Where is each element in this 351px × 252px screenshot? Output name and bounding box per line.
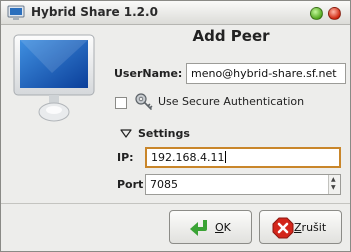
- ip-value: 192.168.4.11: [151, 151, 225, 164]
- username-label: UserName:: [114, 67, 183, 80]
- ok-label: OK: [215, 221, 231, 234]
- minimize-button[interactable]: [310, 7, 323, 20]
- cancel-label: Zrušit: [294, 221, 327, 234]
- spin-up-icon[interactable]: ▲: [331, 177, 336, 183]
- add-peer-window: Hybrid Share 1.2.0 Add Peer UserName: me…: [0, 0, 351, 252]
- port-label: Port: [117, 178, 144, 191]
- close-window-button[interactable]: [328, 7, 341, 20]
- ip-input[interactable]: 192.168.4.11: [145, 147, 341, 168]
- key-icon: [135, 93, 153, 110]
- expander-arrow-icon[interactable]: [120, 129, 132, 139]
- cancel-button[interactable]: Zrušit: [259, 210, 342, 244]
- port-spin-buttons[interactable]: ▲ ▼: [328, 175, 340, 194]
- monitor-icon: [13, 34, 95, 122]
- secure-auth-label[interactable]: Use Secure Authentication: [158, 95, 304, 108]
- app-icon: [7, 5, 25, 20]
- port-spinbox[interactable]: 7085 ▲ ▼: [145, 174, 341, 195]
- username-input[interactable]: meno@hybrid-share.sf.net: [186, 63, 346, 84]
- secure-auth-checkbox[interactable]: [115, 97, 127, 109]
- ip-label: IP:: [117, 151, 134, 164]
- button-separator: [1, 203, 350, 204]
- title-bar[interactable]: Hybrid Share 1.2.0: [1, 1, 350, 25]
- port-value: 7085: [150, 178, 178, 191]
- enter-arrow-icon: [190, 220, 207, 236]
- dialog-heading: Add Peer: [192, 27, 270, 45]
- cancel-x-icon: [272, 217, 294, 239]
- settings-expander-label[interactable]: Settings: [138, 127, 190, 140]
- text-caret: [225, 151, 227, 163]
- window-title: Hybrid Share 1.2.0: [31, 5, 158, 19]
- spin-down-icon[interactable]: ▼: [331, 185, 336, 191]
- ok-button[interactable]: OK: [169, 210, 252, 244]
- username-value: meno@hybrid-share.sf.net: [191, 67, 337, 80]
